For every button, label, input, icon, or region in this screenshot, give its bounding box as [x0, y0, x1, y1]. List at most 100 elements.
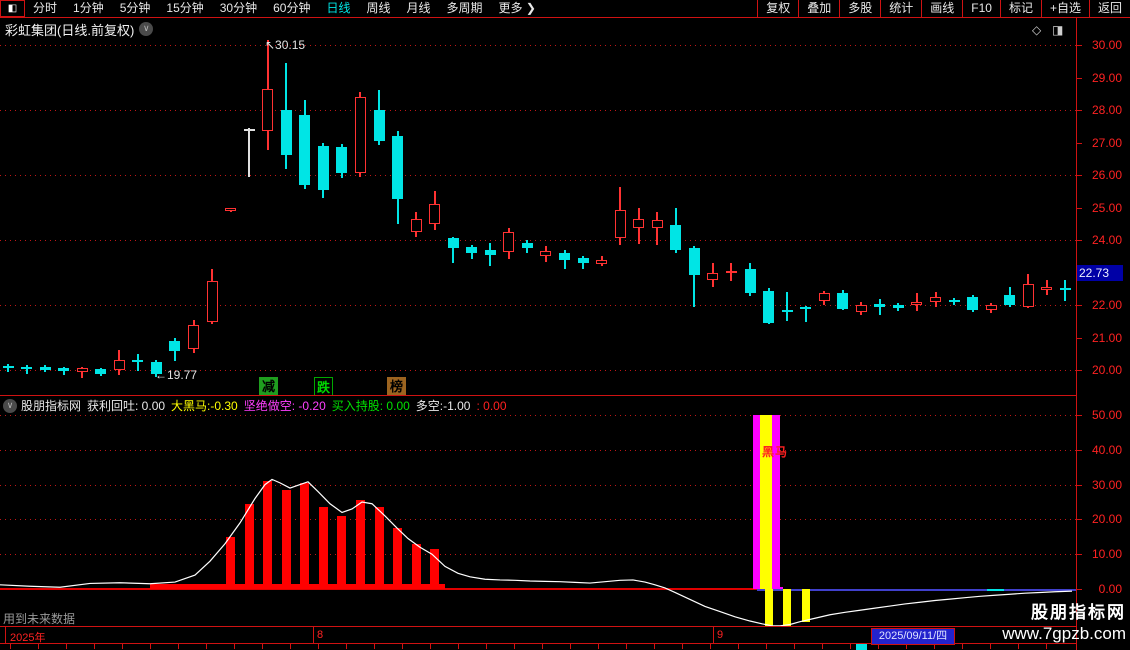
tool-button-统计[interactable]: 统计 [880, 0, 921, 17]
scroll-tick [1046, 644, 1047, 649]
scroll-tick [906, 644, 907, 649]
tool-button-多股[interactable]: 多股 [839, 0, 880, 17]
scroll-tick [10, 644, 11, 649]
price-axis-label: 26.00 [1091, 168, 1122, 182]
tool-button-F10[interactable]: F10 [962, 0, 1000, 17]
site-watermark: 股朋指标网 www.7gpzb.com [1002, 602, 1126, 645]
price-gridline [0, 110, 1076, 111]
scroll-tick [38, 644, 39, 649]
candle [225, 208, 236, 211]
period-button-周线[interactable]: 周线 [358, 0, 398, 17]
indicator-axis-label: 30.00 [1091, 478, 1122, 492]
candle [540, 251, 551, 256]
candle [374, 110, 385, 141]
candle [652, 220, 663, 228]
indicator-axis-label: 0.00 [1098, 582, 1122, 596]
period-button-15分钟[interactable]: 15分钟 [158, 0, 211, 17]
candle-wick [786, 292, 788, 321]
period-button-分时[interactable]: 分时 [25, 0, 65, 17]
watermark-url: www.7gpzb.com [1002, 623, 1126, 643]
scroll-tick [1018, 644, 1019, 649]
period-toolbar: 分时 1分钟 5分钟 15分钟 30分钟 60分钟 日线 周线 月线 多周期 更多 ❯ [25, 0, 544, 17]
candle-wick [137, 354, 139, 371]
candle [40, 367, 51, 370]
candle [281, 110, 292, 155]
period-button-多周期[interactable]: 多周期 [439, 0, 491, 17]
indicator-header-item: : 0.00 [476, 398, 507, 413]
tool-button-标记[interactable]: 标记 [999, 0, 1041, 17]
candle [707, 273, 718, 280]
scroll-tick [514, 644, 515, 649]
candle [874, 304, 885, 307]
candle [856, 305, 867, 312]
scroll-tick [66, 644, 67, 649]
candle-wick [656, 212, 658, 245]
period-button-60分钟[interactable]: 60分钟 [265, 0, 318, 17]
tool-button-返回[interactable]: 返回 [1088, 0, 1130, 17]
indicator-axis-label: 10.00 [1091, 547, 1122, 561]
last-price-tag: 22.73 [1077, 265, 1123, 281]
candle [949, 300, 960, 302]
tool-button-叠加[interactable]: 叠加 [798, 0, 839, 17]
diamond-icon[interactable]: ◇ [1032, 23, 1041, 37]
candle [726, 271, 737, 273]
candle [58, 368, 69, 371]
scroll-tick [934, 644, 935, 649]
scroll-tick [290, 644, 291, 649]
candle [837, 293, 848, 309]
scroll-tick [962, 644, 963, 649]
candle [782, 310, 793, 312]
candle [132, 360, 143, 362]
period-button-月线[interactable]: 月线 [399, 0, 439, 17]
indicator-header-item: 大黑马:-0.30 [171, 399, 238, 413]
candle [615, 210, 626, 238]
indicator-white-line [0, 478, 1073, 627]
price-axis-label: 25.00 [1091, 201, 1122, 215]
candle [336, 147, 347, 173]
candle [355, 97, 366, 173]
event-marker-跌: 跌 [314, 377, 333, 396]
price-axis-label: 28.00 [1091, 103, 1122, 117]
candle [3, 366, 14, 368]
candle [745, 269, 756, 293]
candle [893, 305, 904, 308]
tool-button-+自选[interactable]: +自选 [1040, 0, 1089, 17]
tool-button-复权[interactable]: 复权 [757, 0, 798, 17]
period-button-更多 ❯[interactable]: 更多 ❯ [491, 0, 544, 17]
scroll-tick [598, 644, 599, 649]
candle [986, 305, 997, 310]
price-axis-label: 22.00 [1091, 298, 1122, 312]
stock-title: 彩虹集团(日线.前复权) [5, 22, 135, 38]
period-button-5分钟[interactable]: 5分钟 [112, 0, 159, 17]
tools-toolbar: 复权 叠加 多股 统计 画线 F10 标记 +自选 返回 [757, 0, 1130, 17]
tool-button-画线[interactable]: 画线 [921, 0, 962, 17]
candle [262, 89, 273, 131]
window-layout-icon[interactable]: ◧ [0, 0, 25, 17]
scroll-tick [178, 644, 179, 649]
candle [578, 258, 589, 263]
period-button-1分钟[interactable]: 1分钟 [65, 0, 112, 17]
price-axis-label: 29.00 [1091, 71, 1122, 85]
candle [1023, 284, 1034, 307]
scroll-tick [150, 644, 151, 649]
candle [429, 204, 440, 224]
indicator-collapse-icon[interactable]: ∨ [3, 398, 17, 413]
candle [930, 297, 941, 302]
candle [169, 341, 180, 351]
price-axis-label: 30.00 [1091, 38, 1122, 52]
candle [633, 219, 644, 228]
scroll-tick [542, 644, 543, 649]
scroll-tick [318, 644, 319, 649]
candle [188, 325, 199, 349]
period-button-日线[interactable]: 日线 [318, 0, 358, 17]
scroll-thumb[interactable] [856, 644, 867, 650]
split-panel-icon[interactable]: ◨ [1052, 23, 1063, 37]
candle [559, 253, 570, 260]
title-dropdown-icon[interactable]: ∨ [139, 22, 154, 36]
high-annotation: ↖30.15 [265, 38, 306, 52]
price-gridline [0, 305, 1076, 306]
period-button-30分钟[interactable]: 30分钟 [212, 0, 265, 17]
candle [967, 297, 978, 310]
candle [21, 367, 32, 369]
candle [411, 219, 422, 232]
